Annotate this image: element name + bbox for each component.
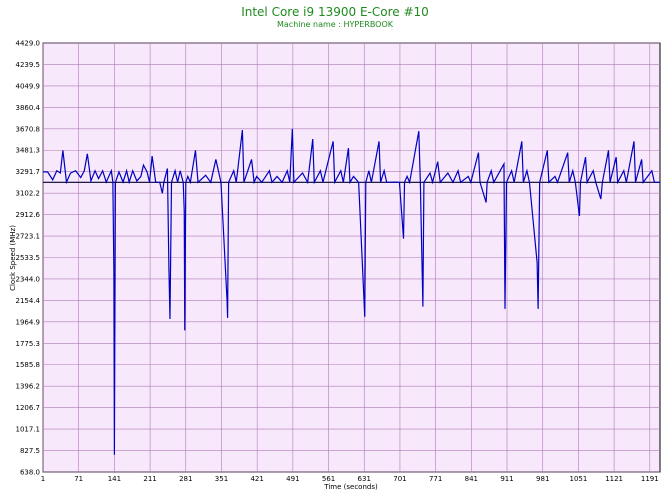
y-tick-label: 3102.2 [16, 190, 41, 198]
y-tick-label: 2723.1 [16, 233, 41, 241]
x-axis-label: Time (seconds) [323, 483, 378, 491]
x-tick-label: 1191 [641, 475, 659, 483]
y-tick-label: 4049.9 [16, 82, 41, 90]
y-tick-label: 2533.5 [16, 254, 41, 262]
x-tick-label: 841 [465, 475, 478, 483]
chart-subtitle: Machine name : HYPERBOOK [277, 20, 394, 29]
x-tick-label: 631 [358, 475, 371, 483]
y-tick-label: 4239.5 [16, 61, 41, 69]
x-tick-label: 281 [179, 475, 192, 483]
y-tick-label: 1585.8 [16, 361, 41, 369]
x-tick-label: 1121 [605, 475, 623, 483]
x-tick-label: 561 [322, 475, 335, 483]
x-tick-label: 1051 [569, 475, 587, 483]
chart-title: Intel Core i9 13900 E-Core #10 [241, 5, 429, 19]
y-tick-label: 3670.8 [16, 125, 41, 133]
x-tick-label: 1 [41, 475, 45, 483]
x-tick-label: 211 [143, 475, 156, 483]
y-tick-label: 1206.7 [16, 404, 41, 412]
x-tick-label: 351 [215, 475, 228, 483]
y-axis-label: Clock Speed (MHz) [9, 225, 17, 291]
y-tick-label: 1964.9 [16, 318, 41, 326]
x-tick-label: 141 [108, 475, 121, 483]
y-tick-label: 1775.3 [16, 340, 41, 348]
x-tick-label: 771 [429, 475, 442, 483]
y-tick-label: 1396.2 [16, 383, 41, 391]
y-tick-label: 638.0 [20, 469, 40, 477]
x-tick-label: 911 [500, 475, 513, 483]
y-tick-label: 3860.4 [16, 104, 41, 112]
y-tick-label: 1017.1 [16, 426, 41, 434]
y-tick-labels: 4429.0 4239.5 4049.9 3860.4 3670.8 3481.3 3291… [16, 40, 41, 477]
x-tick-label: 421 [250, 475, 263, 483]
x-tick-label: 491 [286, 475, 299, 483]
chart-svg: Intel Core i9 13900 E-Core #10 Machine n… [9, 5, 661, 491]
y-tick-label: 827.5 [20, 447, 40, 455]
x-tick-labels: 1 71 141 211 281 351 421 491 561 631 701 771 841 911 9… [41, 475, 659, 483]
y-tick-label: 2912.6 [16, 211, 41, 219]
x-tick-label: 701 [393, 475, 406, 483]
y-tick-label: 2154.4 [16, 297, 41, 305]
y-tick-label: 4429.0 [16, 40, 41, 48]
x-tick-label: 71 [74, 475, 83, 483]
y-tick-label: 2344.0 [16, 275, 41, 283]
y-tick-label: 3291.7 [16, 168, 41, 176]
grid-lines [42, 42, 660, 473]
x-tick-label: 981 [536, 475, 549, 483]
y-tick-label: 3481.3 [16, 147, 41, 155]
